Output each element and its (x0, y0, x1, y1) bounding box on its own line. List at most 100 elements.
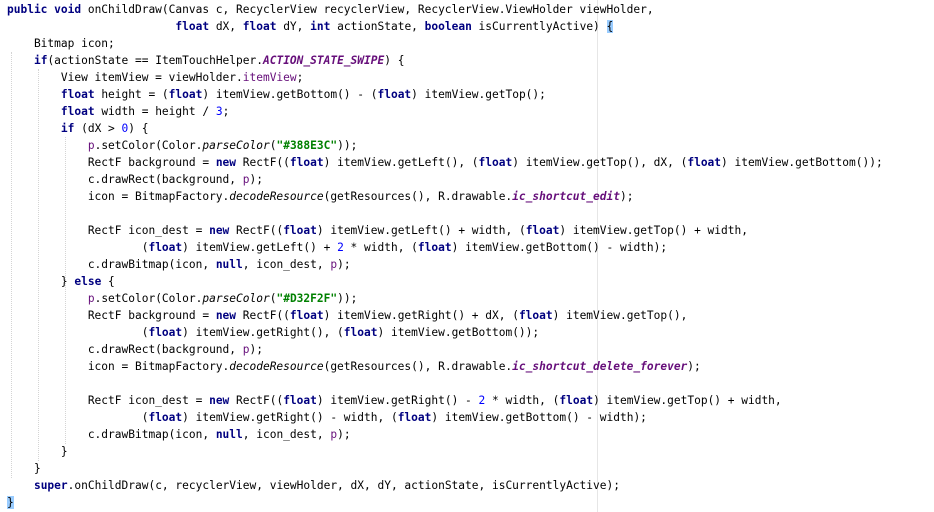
code-token: RectF icon_dest = (7, 394, 210, 407)
code-line[interactable] (7, 375, 883, 392)
code-editor[interactable]: public void onChildDraw(Canvas c, Recycl… (0, 0, 934, 512)
code-token: ) itemView.getBottom()); (377, 326, 540, 339)
code-token: float (148, 326, 183, 339)
code-token: )); (337, 139, 358, 152)
code-token: float (559, 394, 594, 407)
code-token: ); (619, 190, 634, 203)
code-listing[interactable]: public void onChildDraw(Canvas c, Recycl… (7, 1, 883, 511)
code-token: super (33, 479, 68, 492)
code-token: p (87, 139, 95, 152)
code-line[interactable]: c.drawBitmap(icon, null, icon_dest, p); (7, 256, 883, 273)
code-line[interactable]: } else { (7, 273, 883, 290)
code-token: ; (296, 71, 304, 84)
code-token: Bitmap icon; (7, 37, 115, 50)
code-line[interactable] (7, 205, 883, 222)
code-token: new (209, 394, 230, 407)
code-line[interactable]: float dX, float dY, int actionState, boo… (7, 18, 883, 35)
code-token: parseColor (202, 139, 270, 152)
code-token: (actionState == ItemTouchHelper. (47, 54, 263, 67)
code-token: float (289, 309, 324, 322)
code-token: ) { (128, 122, 149, 135)
code-line[interactable]: float height = (float) itemView.getBotto… (7, 86, 883, 103)
code-token: int (310, 20, 331, 33)
code-token: ) itemView.getLeft(), ( (323, 156, 479, 169)
code-token: ) itemView.getTop() + width, (559, 224, 748, 237)
code-line[interactable]: p.setColor(Color.parseColor("#D32F2F")); (7, 290, 883, 307)
code-token: p (87, 292, 95, 305)
code-line[interactable]: } (7, 494, 883, 511)
code-line[interactable]: if(actionState == ItemTouchHelper.ACTION… (7, 52, 883, 69)
code-token: c.drawBitmap(icon, (7, 258, 216, 271)
code-line[interactable]: RectF background = new RectF((float) ite… (7, 154, 883, 171)
code-line[interactable]: if (dX > 0) { (7, 120, 883, 137)
code-token: (getResources(), R.drawable. (323, 190, 513, 203)
code-token: .setColor(Color. (94, 139, 203, 152)
code-token: ); (249, 173, 263, 186)
code-token: ); (337, 428, 351, 441)
code-token: (getResources(), R.drawable. (323, 360, 513, 373)
code-token: ) itemView.getBottom()); (721, 156, 883, 169)
code-line[interactable]: icon = BitmapFactory.decodeResource(getR… (7, 358, 883, 375)
code-token: float (60, 88, 95, 101)
code-token: ic_shortcut_delete_forever (512, 360, 688, 373)
code-token: )); (337, 292, 358, 305)
code-token: width = height / (94, 105, 216, 118)
code-token: c.drawRect(background, (7, 343, 243, 356)
code-token: isCurrentlyActive) (471, 20, 607, 33)
code-token: ) itemView.getTop(), (552, 309, 688, 322)
code-token: } (7, 462, 41, 475)
code-token: ) itemView.getTop(), dX, ( (512, 156, 688, 169)
code-token: p (242, 343, 250, 356)
code-token: else (74, 275, 102, 288)
code-token: decodeResource (229, 190, 324, 203)
code-token: float (283, 394, 317, 407)
code-line[interactable]: super.onChildDraw(c, recyclerView, viewH… (7, 477, 883, 494)
code-token: ; (222, 105, 230, 118)
code-token: , icon_dest, (242, 428, 331, 441)
code-token: 2 (337, 241, 344, 254)
code-token: ) itemView.getRight(), ( (182, 326, 344, 339)
code-token: public void (7, 3, 82, 16)
code-token: float (397, 411, 432, 424)
code-line[interactable]: public void onChildDraw(Canvas c, Recycl… (7, 1, 883, 18)
code-token: ) itemView.getTop() + width, (593, 394, 782, 407)
code-token: * width, ( (343, 241, 418, 254)
code-line[interactable]: RectF icon_dest = new RectF((float) item… (7, 392, 883, 409)
code-token: * width, ( (485, 394, 560, 407)
code-token: ( (7, 411, 149, 424)
code-line[interactable]: float width = height / 3; (7, 103, 883, 120)
code-line[interactable]: Bitmap icon; (7, 35, 883, 52)
code-line[interactable]: View itemView = viewHolder.itemView; (7, 69, 883, 86)
code-line[interactable]: } (7, 460, 883, 477)
code-line[interactable]: icon = BitmapFactory.decodeResource(getR… (7, 188, 883, 205)
code-line[interactable]: (float) itemView.getRight() - width, (fl… (7, 409, 883, 426)
code-token: RectF background = (7, 309, 216, 322)
code-token: float (60, 105, 95, 118)
code-token: float (478, 156, 513, 169)
code-token: RectF background = (7, 156, 216, 169)
code-line[interactable]: c.drawRect(background, p); (7, 341, 883, 358)
code-line[interactable]: RectF icon_dest = new RectF((float) item… (7, 222, 883, 239)
matched-brace: } (7, 496, 14, 509)
code-token: float (343, 326, 378, 339)
code-token: { (101, 275, 115, 288)
code-token: .setColor(Color. (94, 292, 203, 305)
code-line[interactable]: c.drawRect(background, p); (7, 171, 883, 188)
code-line[interactable]: } (7, 443, 883, 460)
code-token: ); (337, 258, 351, 271)
code-line[interactable]: c.drawBitmap(icon, null, icon_dest, p); (7, 426, 883, 443)
code-line[interactable]: (float) itemView.getRight(), (float) ite… (7, 324, 883, 341)
code-token: ) itemView.getBottom() - width); (431, 411, 647, 424)
code-line[interactable]: p.setColor(Color.parseColor("#388E3C")); (7, 137, 883, 154)
code-token: dY, (276, 20, 311, 33)
code-token: decodeResource (229, 360, 324, 373)
code-line[interactable]: (float) itemView.getLeft() + 2 * width, … (7, 239, 883, 256)
code-token: if (60, 122, 75, 135)
code-token: } (7, 275, 75, 288)
code-line[interactable]: RectF background = new RectF((float) ite… (7, 307, 883, 324)
code-token: ) itemView.getLeft() + (182, 241, 338, 254)
